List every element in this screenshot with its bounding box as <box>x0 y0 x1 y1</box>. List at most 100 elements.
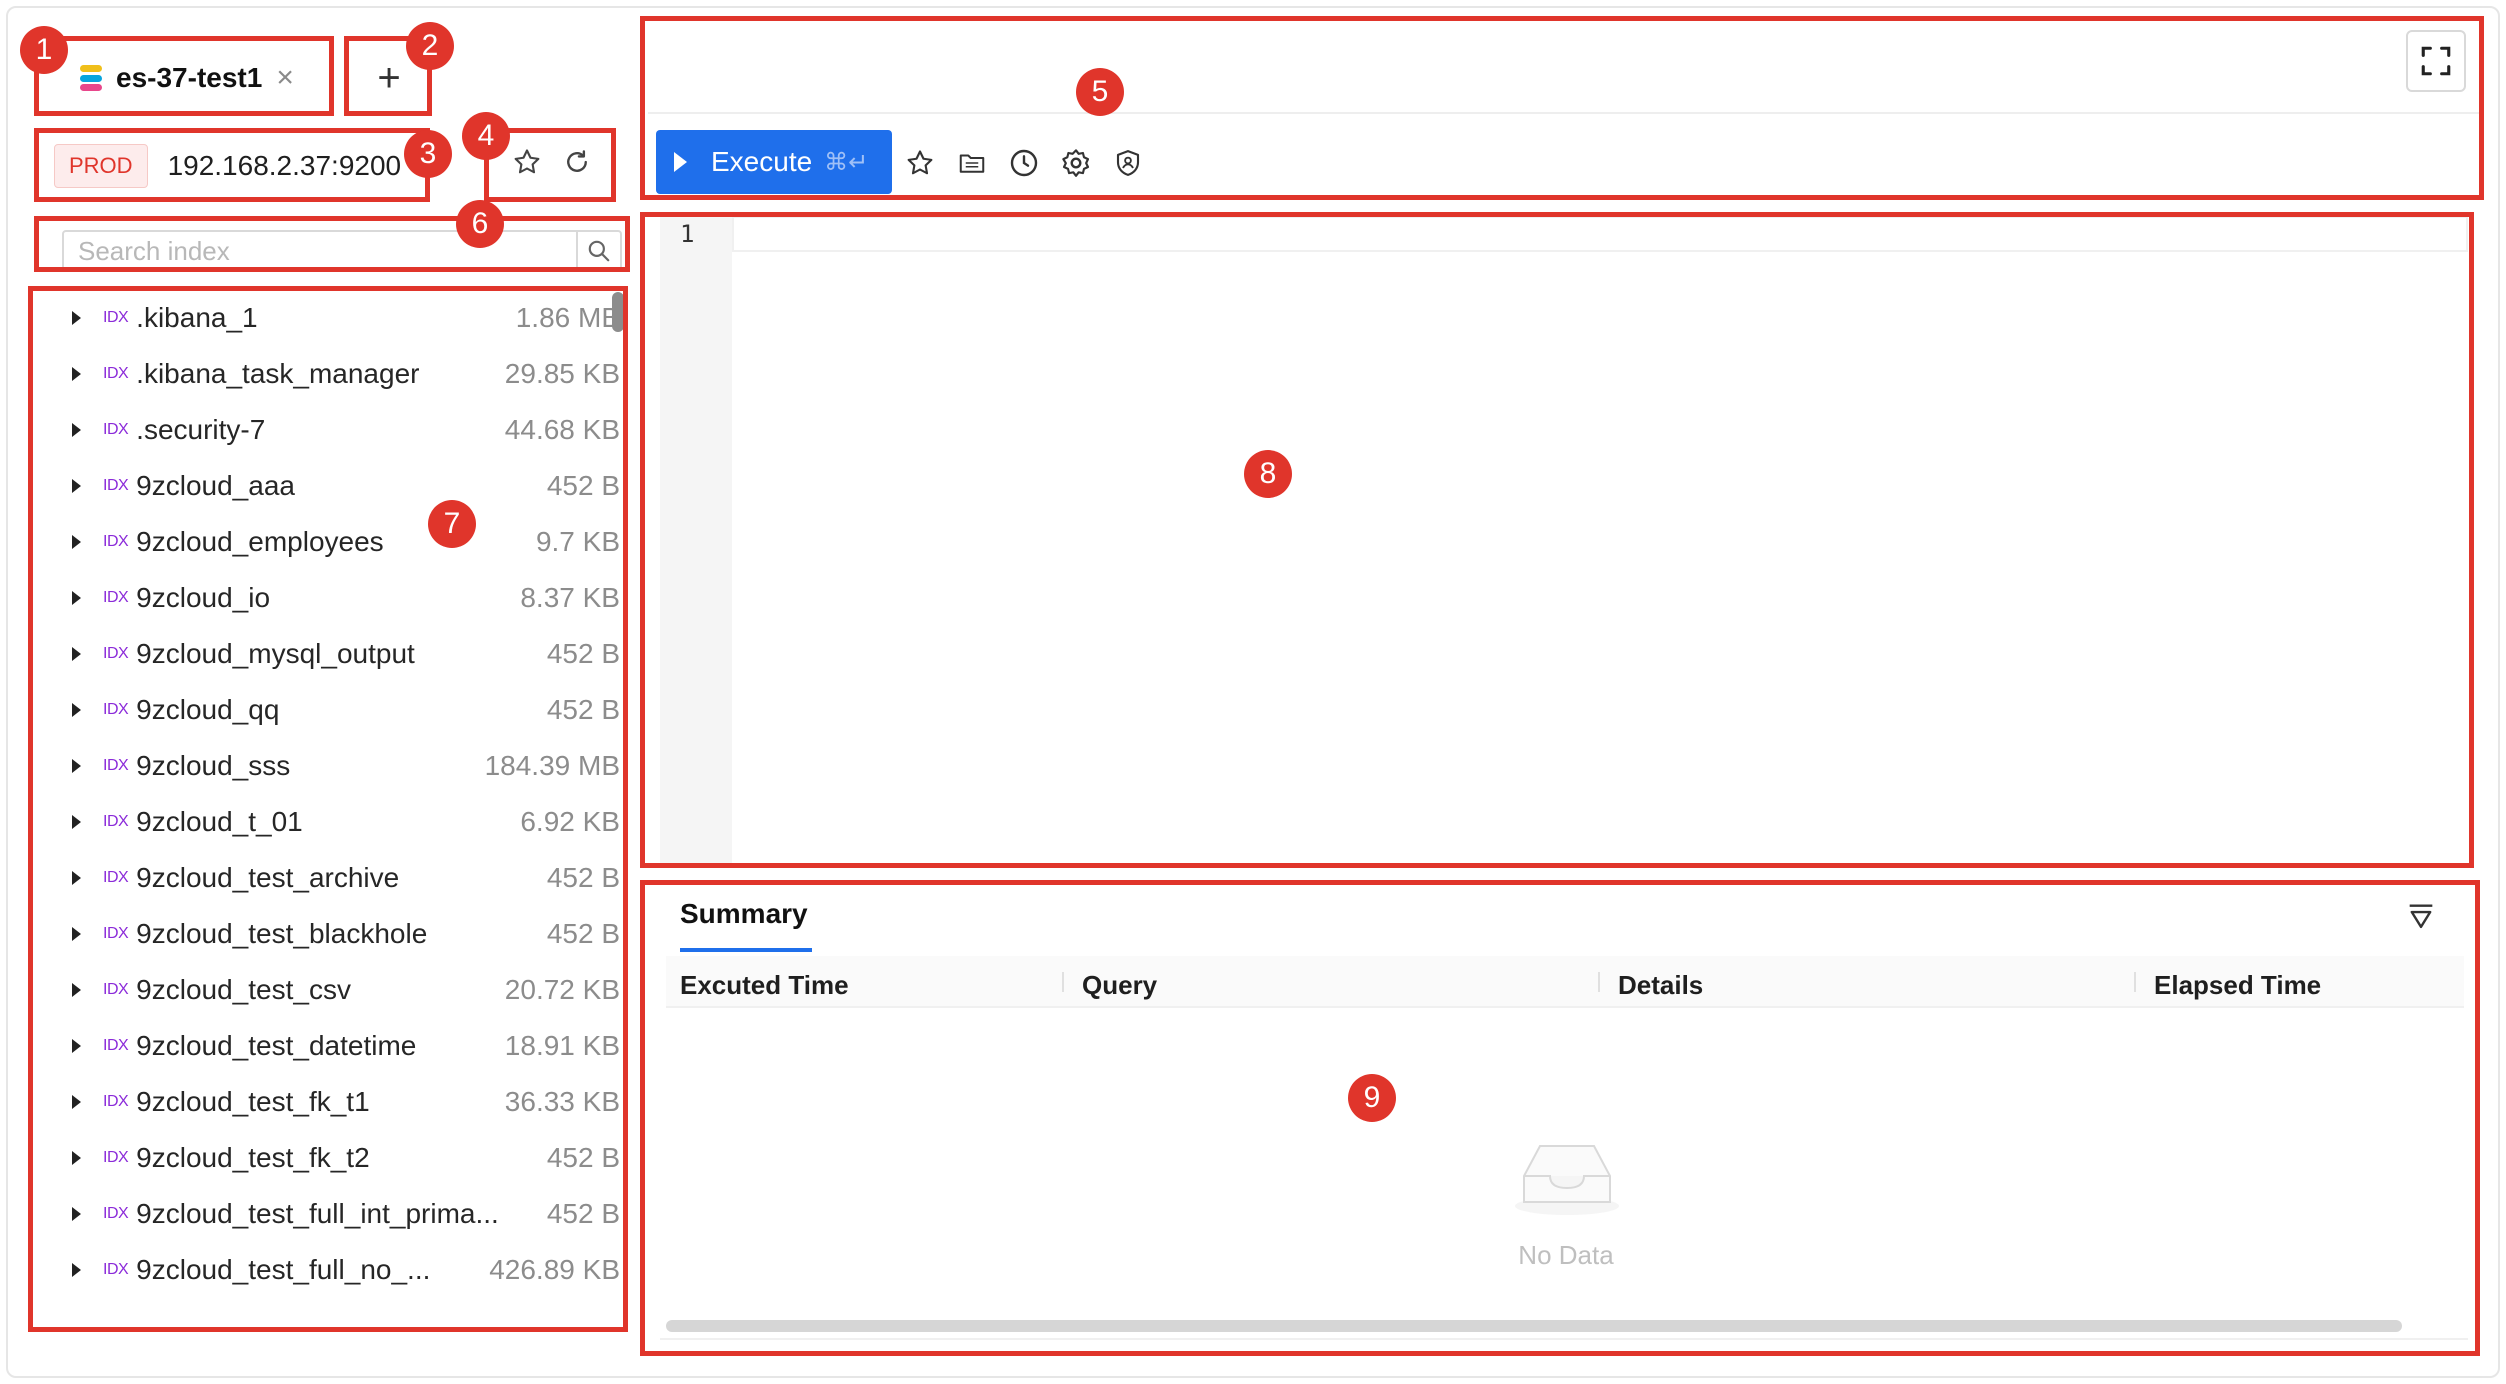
star-icon[interactable] <box>904 147 936 179</box>
index-row[interactable]: IDX 9zcloud_qq 452 B <box>36 682 620 738</box>
expand-caret-icon[interactable] <box>72 871 81 885</box>
expand-caret-icon[interactable] <box>72 815 81 829</box>
expand-caret-icon[interactable] <box>72 311 81 325</box>
index-row[interactable]: IDX 9zcloud_test_full_no_... 426.89 KB <box>36 1242 620 1298</box>
index-row[interactable]: IDX 9zcloud_test_csv 20.72 KB <box>36 962 620 1018</box>
index-row[interactable]: IDX 9zcloud_io 8.37 KB <box>36 570 620 626</box>
search-index-box <box>62 230 622 272</box>
index-type-tag: IDX <box>103 1093 129 1110</box>
index-row[interactable]: IDX 9zcloud_employees 9.7 KB <box>36 514 620 570</box>
security-shield-icon[interactable] <box>1112 147 1144 179</box>
index-size: 20.72 KB <box>504 974 620 1005</box>
annotation-badge-8: 8 <box>1244 450 1292 498</box>
expand-caret-icon[interactable] <box>72 479 81 493</box>
index-type-tag: IDX <box>103 533 129 550</box>
expand-caret-icon[interactable] <box>72 1263 81 1277</box>
expand-caret-icon[interactable] <box>72 423 81 437</box>
tab-close-icon[interactable]: × <box>276 61 294 95</box>
column-divider <box>2134 972 2136 992</box>
index-size: 44.68 KB <box>504 414 620 445</box>
index-type-tag: IDX <box>103 1261 129 1278</box>
column-divider <box>1062 972 1064 992</box>
execute-shortcut: ⌘↵ <box>824 148 869 176</box>
column-executed-time[interactable]: Excuted Time <box>680 970 849 1001</box>
annotation-badge-6: 6 <box>456 200 504 248</box>
index-size: 426.89 KB <box>489 1254 620 1285</box>
index-row[interactable]: IDX 9zcloud_test_fk_t1 36.33 KB <box>36 1074 620 1130</box>
connection-tab[interactable]: es-37-test1 × <box>42 42 328 114</box>
fullscreen-button[interactable] <box>2406 30 2466 92</box>
index-name: 9zcloud_test_datetime <box>136 1030 417 1061</box>
index-row[interactable]: IDX 9zcloud_mysql_output 452 B <box>36 626 620 682</box>
index-row[interactable]: IDX 9zcloud_test_datetime 18.91 KB <box>36 1018 620 1074</box>
index-name: 9zcloud_sss <box>136 750 291 781</box>
index-row[interactable]: IDX .security-7 44.68 KB <box>36 402 620 458</box>
index-name: 9zcloud_aaa <box>136 470 295 501</box>
index-name: 9zcloud_test_csv <box>136 974 351 1005</box>
index-list-scrollbar[interactable] <box>612 292 624 332</box>
env-badge: PROD <box>54 144 148 188</box>
expand-caret-icon[interactable] <box>72 647 81 661</box>
index-row[interactable]: IDX 9zcloud_test_archive 452 B <box>36 850 620 906</box>
expand-caret-icon[interactable] <box>72 759 81 773</box>
expand-caret-icon[interactable] <box>72 367 81 381</box>
index-type-tag: IDX <box>103 645 129 662</box>
tab-summary[interactable]: Summary <box>680 898 808 930</box>
index-size: 18.91 KB <box>504 1030 620 1061</box>
refresh-icon[interactable] <box>562 147 592 185</box>
expand-caret-icon[interactable] <box>72 1039 81 1053</box>
expand-caret-icon[interactable] <box>72 535 81 549</box>
active-tab-indicator <box>680 948 812 952</box>
index-name: 9zcloud_test_full_no_... <box>136 1254 431 1285</box>
index-row[interactable]: IDX 9zcloud_test_blackhole 452 B <box>36 906 620 962</box>
index-name: .security-7 <box>136 414 266 445</box>
index-row[interactable]: IDX .kibana_1 1.86 MB <box>36 290 620 346</box>
elasticsearch-logo-icon <box>80 65 102 91</box>
index-row[interactable]: IDX 9zcloud_sss 184.39 MB <box>36 738 620 794</box>
collapse-panel-icon[interactable] <box>2404 900 2438 939</box>
expand-caret-icon[interactable] <box>72 1207 81 1221</box>
annotation-badge-7: 7 <box>428 500 476 548</box>
index-size: 452 B <box>546 918 620 949</box>
sql-folder-icon[interactable] <box>956 147 988 179</box>
expand-caret-icon[interactable] <box>72 1095 81 1109</box>
expand-caret-icon[interactable] <box>72 983 81 997</box>
expand-caret-icon[interactable] <box>72 927 81 941</box>
index-row[interactable]: IDX 9zcloud_test_full_int_prima... 452 B <box>36 1186 620 1242</box>
toolbar-divider <box>648 112 2480 114</box>
index-row[interactable]: IDX 9zcloud_aaa 452 B <box>36 458 620 514</box>
expand-caret-icon[interactable] <box>72 1151 81 1165</box>
column-query[interactable]: Query <box>1082 970 1157 1001</box>
index-type-tag: IDX <box>103 869 129 886</box>
index-name: 9zcloud_qq <box>136 694 280 725</box>
empty-state-text: No Data <box>1518 1240 1614 1270</box>
index-name: 9zcloud_test_blackhole <box>136 918 428 949</box>
index-row[interactable]: IDX 9zcloud_test_fk_t2 452 B <box>36 1130 620 1186</box>
index-size: 452 B <box>546 638 620 669</box>
column-details[interactable]: Details <box>1618 970 1703 1001</box>
index-row[interactable]: IDX 9zcloud_t_01 6.92 KB <box>36 794 620 850</box>
search-icon[interactable] <box>576 232 620 270</box>
line-number: 1 <box>680 220 695 248</box>
index-name: .kibana_task_manager <box>136 358 420 389</box>
history-clock-icon[interactable] <box>1008 147 1040 179</box>
annotation-badge-9: 9 <box>1348 1074 1396 1122</box>
index-name: 9zcloud_employees <box>136 526 384 557</box>
index-type-tag: IDX <box>103 365 129 382</box>
expand-caret-icon[interactable] <box>72 703 81 717</box>
results-horizontal-scrollbar[interactable] <box>666 1320 2402 1332</box>
index-type-tag: IDX <box>103 1149 129 1166</box>
index-type-tag: IDX <box>103 701 129 718</box>
index-name: 9zcloud_mysql_output <box>136 638 415 669</box>
index-name: 9zcloud_test_full_int_prima... <box>136 1198 499 1229</box>
column-elapsed-time[interactable]: Elapsed Time <box>2154 970 2321 1001</box>
index-size: 452 B <box>546 862 620 893</box>
index-type-tag: IDX <box>103 981 129 998</box>
favorite-star-icon[interactable] <box>512 147 542 185</box>
settings-gear-icon[interactable] <box>1060 147 1092 179</box>
expand-caret-icon[interactable] <box>72 591 81 605</box>
execute-button[interactable]: Execute ⌘↵ <box>656 130 892 194</box>
query-editor[interactable]: 1 <box>660 214 2468 864</box>
index-row[interactable]: IDX .kibana_task_manager 29.85 KB <box>36 346 620 402</box>
column-divider <box>1598 972 1600 992</box>
